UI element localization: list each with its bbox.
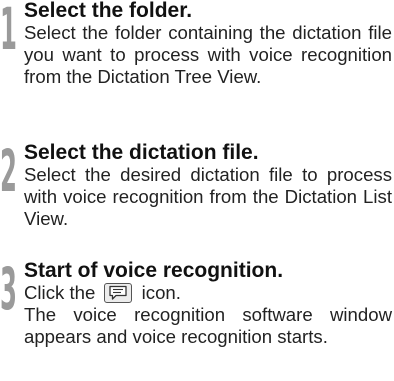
step-title: Start of voice recognition.	[24, 259, 284, 282]
step-body: Select the dictation file. Select the de…	[24, 142, 392, 230]
click-text-before: Click the	[24, 282, 96, 303]
step-text: Select the folder containing the dictati…	[24, 22, 392, 87]
step-body: Start of voice recognition. Click the ic…	[24, 260, 392, 348]
step-text: The voice recognition software window ap…	[24, 304, 392, 347]
voice-recognition-icon	[104, 283, 133, 303]
speech-bubble-icon	[109, 285, 128, 300]
step-click-line: Click the icon.	[24, 282, 392, 304]
step-number: 1	[0, 0, 17, 63]
step-title: Select the dictation file.	[24, 141, 259, 164]
step-text: Select the desired dictation file to pro…	[24, 164, 392, 229]
step-title: Select the folder.	[24, 0, 193, 22]
click-text-after: icon.	[141, 282, 181, 303]
step-number: 2	[0, 137, 17, 205]
step-body: Select the folder. Select the folder con…	[24, 0, 392, 88]
step-number: 3	[0, 255, 17, 323]
